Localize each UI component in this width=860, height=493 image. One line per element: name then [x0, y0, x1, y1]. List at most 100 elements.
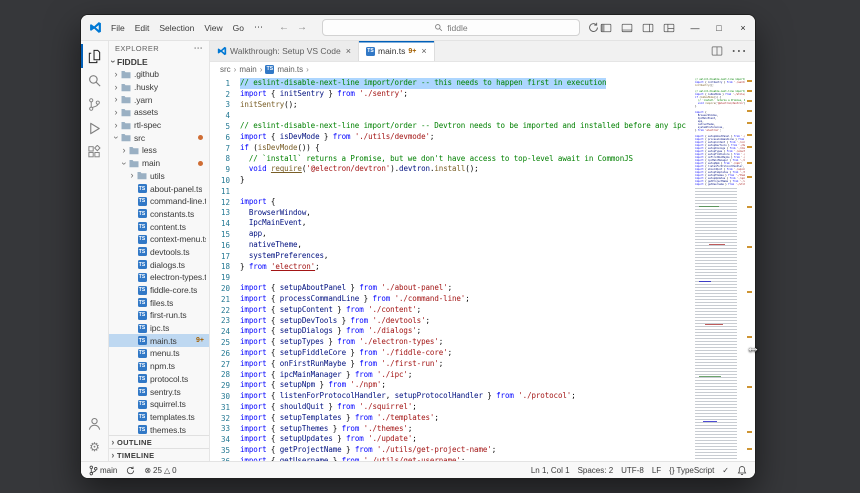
tree-item-fiddle-core.ts[interactable]: ›TSfiddle-core.ts: [109, 284, 209, 297]
outline-section[interactable]: › OUTLINE: [109, 435, 209, 448]
tree-item-devtools.ts[interactable]: ›TSdevtools.ts: [109, 246, 209, 259]
tree-item-about-panel.ts[interactable]: ›TSabout-panel.ts: [109, 182, 209, 195]
project-section-header[interactable]: › FIDDLE: [109, 55, 209, 68]
search-sidebar-icon[interactable]: [81, 68, 108, 92]
toggle-secondary-sidebar-icon[interactable]: [642, 22, 654, 34]
notifications-bell[interactable]: [737, 465, 747, 476]
command-center-search[interactable]: fiddle: [322, 19, 580, 36]
overview-ruler[interactable]: [745, 76, 755, 461]
sync-status[interactable]: [126, 466, 135, 475]
tree-item-src[interactable]: ›src: [109, 131, 209, 144]
code-line-11[interactable]: 11: [210, 186, 695, 197]
settings-gear-icon[interactable]: ⚙: [81, 435, 108, 459]
problems-indicator[interactable]: ⊗ 25 △ 0: [144, 466, 176, 475]
tree-item-.github[interactable]: ›.github: [109, 68, 209, 81]
menu-view[interactable]: View: [199, 23, 227, 33]
encoding[interactable]: UTF-8: [621, 466, 644, 475]
code-line-4[interactable]: 4: [210, 110, 695, 121]
code-line-8[interactable]: 8 // `install` returns a Promise, but we…: [210, 154, 695, 165]
close-button[interactable]: ×: [731, 15, 755, 40]
views-more-icon[interactable]: ⋯: [194, 43, 203, 54]
menu-edit[interactable]: Edit: [130, 23, 155, 33]
tree-item-themes.ts[interactable]: ›TSthemes.ts: [109, 423, 209, 435]
tree-item-command-line.ts[interactable]: ›TScommand-line.ts: [109, 195, 209, 208]
code-editor[interactable]: 1// eslint-disable-next-line import/orde…: [210, 76, 755, 461]
explorer-icon[interactable]: [81, 44, 108, 68]
tab-walkthrough[interactable]: Walkthrough: Setup VS Code ×: [210, 41, 359, 61]
code-line-15[interactable]: 15 app,: [210, 229, 695, 240]
breadcrumb-item[interactable]: src: [220, 65, 231, 74]
tree-item-dialogs.ts[interactable]: ›TSdialogs.ts: [109, 258, 209, 271]
customize-layout-icon[interactable]: [663, 22, 675, 34]
tree-item-main[interactable]: ›main: [109, 157, 209, 170]
code-line-9[interactable]: 9 void require('@electron/devtron').devt…: [210, 164, 695, 175]
code-line-13[interactable]: 13 BrowserWindow,: [210, 208, 695, 219]
sync-icon[interactable]: [588, 22, 599, 33]
forward-icon[interactable]: →: [294, 22, 310, 33]
breadcrumb-item[interactable]: main.ts: [277, 65, 303, 74]
code-line-12[interactable]: 12import {: [210, 197, 695, 208]
back-icon[interactable]: ←: [276, 22, 292, 33]
tree-item-context-menu.ts[interactable]: ›TScontext-menu.ts: [109, 233, 209, 246]
indentation[interactable]: Spaces: 2: [578, 466, 614, 475]
tree-item-protocol.ts[interactable]: ›TSprotocol.ts: [109, 373, 209, 386]
minimap[interactable]: // eslint-disable-next-line import/order…: [695, 76, 745, 461]
code-line-1[interactable]: 1// eslint-disable-next-line import/orde…: [210, 78, 695, 89]
code-line-14[interactable]: 14 IpcMainEvent,: [210, 218, 695, 229]
cursor-position[interactable]: Ln 1, Col 1: [531, 466, 570, 475]
code-line-21[interactable]: 21import { processCommandLine } from './…: [210, 294, 695, 305]
code-line-33[interactable]: 33import { setupThemes } from './themes'…: [210, 424, 695, 435]
code-line-7[interactable]: 7if (isDevMode()) {: [210, 143, 695, 154]
tree-item-constants.ts[interactable]: ›TSconstants.ts: [109, 208, 209, 221]
editor-more-icon[interactable]: ⋯: [731, 41, 747, 61]
tree-item-content.ts[interactable]: ›TScontent.ts: [109, 220, 209, 233]
tree-item-ipc.ts[interactable]: ›TSipc.ts: [109, 322, 209, 335]
code-line-3[interactable]: 3initSentry();: [210, 100, 695, 111]
code-line-19[interactable]: 19: [210, 272, 695, 283]
formatter-status[interactable]: ✓: [722, 466, 729, 475]
menu-selection[interactable]: Selection: [154, 23, 199, 33]
code-line-17[interactable]: 17 systemPreferences,: [210, 251, 695, 262]
tree-item-.yarn[interactable]: ›.yarn: [109, 93, 209, 106]
toggle-sidebar-icon[interactable]: [600, 22, 612, 34]
account-icon[interactable]: [81, 411, 108, 435]
timeline-section[interactable]: › TIMELINE: [109, 448, 209, 461]
menu-file[interactable]: File: [106, 23, 130, 33]
source-control-icon[interactable]: [81, 92, 108, 116]
tree-item-rtl-spec[interactable]: ›rtl-spec: [109, 119, 209, 132]
tree-item-assets[interactable]: ›assets: [109, 106, 209, 119]
code-line-10[interactable]: 10}: [210, 175, 695, 186]
code-line-20[interactable]: 20import { setupAboutPanel } from './abo…: [210, 283, 695, 294]
eol-sequence[interactable]: LF: [652, 466, 661, 475]
code-line-23[interactable]: 23import { setupDevTools } from './devto…: [210, 316, 695, 327]
extensions-icon[interactable]: [81, 140, 108, 164]
language-mode[interactable]: {} TypeScript: [669, 466, 714, 475]
code-line-2[interactable]: 2import { initSentry } from './sentry';: [210, 89, 695, 100]
code-line-6[interactable]: 6import { isDevMode } from './utils/devm…: [210, 132, 695, 143]
tree-item-npm.ts[interactable]: ›TSnpm.ts: [109, 360, 209, 373]
code-line-34[interactable]: 34import { setupUpdates } from './update…: [210, 434, 695, 445]
close-tab-icon[interactable]: ×: [419, 46, 426, 56]
split-editor-icon[interactable]: [711, 45, 723, 57]
tree-item-electron-types.ts[interactable]: ›TSelectron-types.ts: [109, 271, 209, 284]
code-line-35[interactable]: 35import { getProjectName } from './util…: [210, 445, 695, 456]
code-line-30[interactable]: 30import { listenForProtocolHandler, set…: [210, 391, 695, 402]
code-line-29[interactable]: 29import { setupNpm } from './npm';: [210, 380, 695, 391]
code-line-32[interactable]: 32import { setupTemplates } from './temp…: [210, 413, 695, 424]
tree-item-main.ts[interactable]: ›TSmain.ts9+: [109, 334, 209, 347]
code-line-31[interactable]: 31import { shouldQuit } from './squirrel…: [210, 402, 695, 413]
code-line-27[interactable]: 27import { onFirstRunMaybe } from './fir…: [210, 359, 695, 370]
minimize-button[interactable]: —: [683, 15, 707, 40]
tree-item-squirrel.ts[interactable]: ›TSsquirrel.ts: [109, 398, 209, 411]
tree-item-files.ts[interactable]: ›TSfiles.ts: [109, 296, 209, 309]
code-line-5[interactable]: 5// eslint-disable-next-line import/orde…: [210, 121, 695, 132]
branch-indicator[interactable]: main: [89, 465, 117, 476]
tree-item-templates.ts[interactable]: ›TStemplates.ts: [109, 411, 209, 424]
run-debug-icon[interactable]: [81, 116, 108, 140]
tree-item-less[interactable]: ›less: [109, 144, 209, 157]
code-line-24[interactable]: 24import { setupDialogs } from './dialog…: [210, 326, 695, 337]
tree-item-utils[interactable]: ›utils: [109, 170, 209, 183]
close-tab-icon[interactable]: ×: [344, 46, 351, 56]
code-line-26[interactable]: 26import { setupFiddleCore } from './fid…: [210, 348, 695, 359]
tree-item-.husky[interactable]: ›.husky: [109, 81, 209, 94]
